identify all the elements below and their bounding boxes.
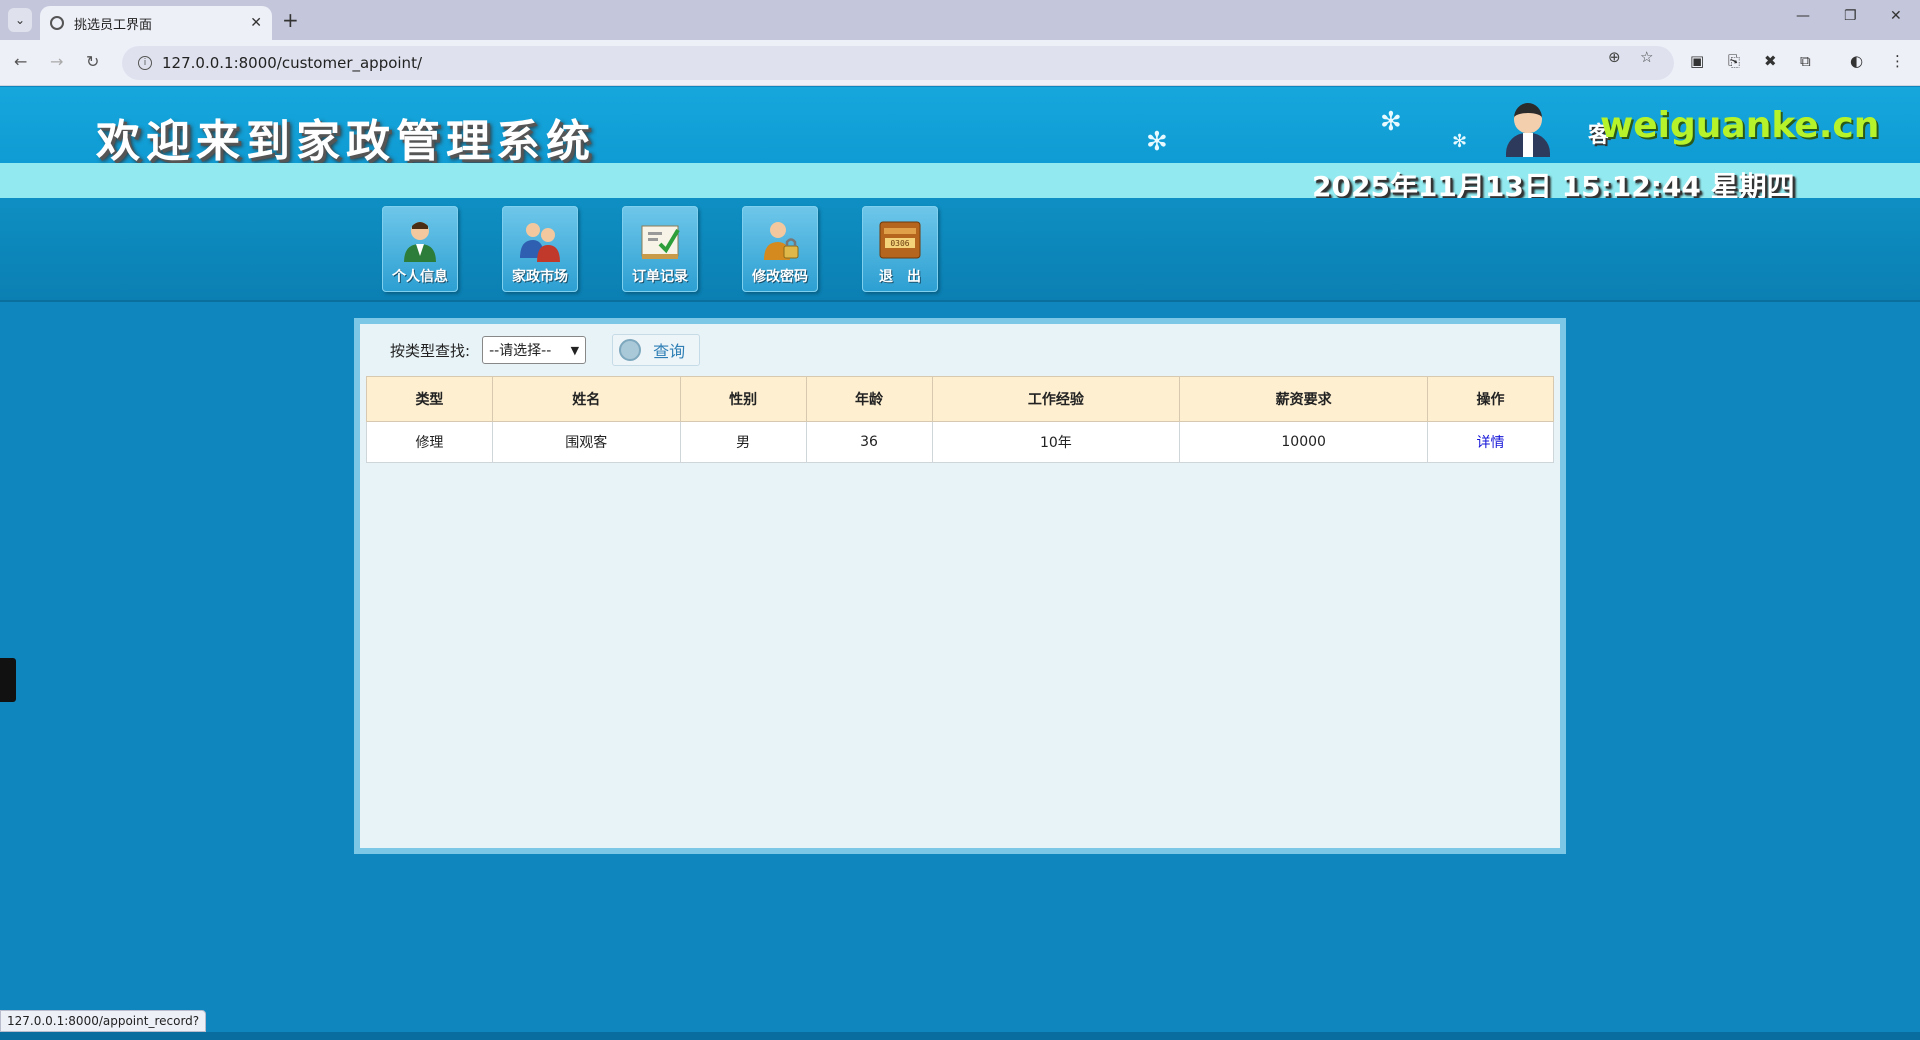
minimize-icon[interactable]: — [1796, 8, 1810, 24]
cell-gender: 男 [679, 421, 807, 463]
browser-tabstrip: ⌄ 挑选员工界面 ✕ + — ❐ ✕ [0, 0, 1920, 40]
menu-housekeeping-market[interactable]: 家政市场 [502, 206, 578, 292]
col-salary: 薪资要求 [1179, 376, 1429, 422]
browser-toolbar: ← → ↻ i 127.0.0.1:8000/customer_appoint/… [0, 40, 1920, 86]
group-icon [518, 218, 562, 262]
chevron-down-icon: ▼ [570, 343, 580, 357]
col-gender: 性别 [679, 376, 807, 422]
address-bar[interactable]: i 127.0.0.1:8000/customer_appoint/ [122, 46, 1674, 80]
menu-personal-info[interactable]: 个人信息 [382, 206, 458, 292]
document-icon [638, 218, 682, 262]
user-avatar [1506, 103, 1550, 157]
url-text: 127.0.0.1:8000/customer_appoint/ [162, 54, 423, 72]
table-header-row: 类型 姓名 性别 年龄 工作经验 薪资要求 操作 [366, 376, 1554, 422]
query-button[interactable]: 查询 [612, 334, 701, 366]
bookmark-icon[interactable]: ⎘ [1728, 52, 1740, 70]
site-title: 欢迎来到家政管理系统 [96, 116, 596, 167]
type-select-value: --请选择-- [489, 343, 552, 359]
tab-search-icon[interactable]: ⌄ [8, 8, 32, 32]
puzzle-icon[interactable]: ⧉ [1800, 52, 1811, 70]
tab-title: 挑选员工界面 [74, 17, 153, 33]
menu-order-records[interactable]: 订单记录 [622, 206, 698, 292]
col-type: 类型 [366, 376, 493, 422]
person-icon [398, 218, 442, 262]
search-row: 按类型查找: --请选择-- ▼ 查询 [390, 334, 701, 366]
menu-change-password[interactable]: 修改密码 [742, 206, 818, 292]
page-bottom-edge [0, 1032, 1920, 1040]
browser-tab[interactable]: 挑选员工界面 ✕ [40, 6, 272, 40]
browser-status-bar: 127.0.0.1:8000/appoint_record? [0, 1010, 207, 1032]
cell-experience: 10年 [931, 421, 1181, 463]
lock-user-icon [758, 218, 802, 262]
dandelion-icon: ✻ [1380, 107, 1402, 137]
exit-icon: 0306 [878, 218, 922, 262]
restore-icon[interactable]: ❐ [1844, 8, 1857, 24]
col-name: 姓名 [491, 376, 681, 422]
cell-salary: 10000 [1179, 421, 1429, 463]
back-icon[interactable]: ← [14, 52, 27, 71]
extension-icon[interactable]: ▣ [1690, 52, 1704, 70]
extension-x-icon[interactable]: ✖ [1764, 52, 1777, 70]
col-action: 操作 [1427, 376, 1554, 422]
menu-logout[interactable]: 0306 退 出 [862, 206, 938, 292]
worker-table: 类型 姓名 性别 年龄 工作经验 薪资要求 操作 修理 围观客 男 36 10年… [366, 376, 1554, 463]
query-button-label: 查询 [653, 342, 686, 361]
dandelion-icon: ✻ [1452, 131, 1468, 152]
main-menu: 个人信息 家政市场 订单记录 修改密码 0306 退 出 [0, 198, 1920, 302]
zoom-icon[interactable]: ⊕ [1608, 48, 1621, 66]
cell-age: 36 [805, 421, 933, 463]
search-icon [619, 339, 642, 361]
close-tab-icon[interactable]: ✕ [250, 15, 262, 31]
site-header: 欢迎来到家政管理系统 ✻ ✻ ✻ 客 weiguanke.cn [0, 87, 1920, 167]
side-handle[interactable] [0, 658, 16, 702]
close-window-icon[interactable]: ✕ [1890, 8, 1902, 24]
new-tab-icon[interactable]: + [282, 8, 299, 32]
table-row: 修理 围观客 男 36 10年 10000 详情 [366, 421, 1554, 463]
type-select[interactable]: --请选择-- ▼ [482, 336, 587, 364]
watermark-logo: weiguanke.cn [1600, 105, 1880, 146]
profile-avatar-icon[interactable]: ◐ [1850, 52, 1863, 70]
menu-dots-icon[interactable]: ⋮ [1890, 52, 1905, 70]
search-label: 按类型查找: [390, 341, 471, 360]
dandelion-icon: ✻ [1146, 127, 1168, 157]
content-panel: 按类型查找: --请选择-- ▼ 查询 类型 姓名 性别 年龄 工作经验 薪资要… [354, 318, 1566, 854]
reload-icon[interactable]: ↻ [86, 52, 99, 71]
globe-icon [50, 16, 64, 30]
svg-text:0306: 0306 [890, 239, 909, 248]
site-info-icon[interactable]: i [138, 56, 152, 70]
forward-icon[interactable]: → [50, 52, 63, 71]
col-age: 年龄 [805, 376, 933, 422]
cell-name: 围观客 [491, 421, 681, 463]
date-bar: 2025年11月13日 15:12:44 星期四 [0, 163, 1920, 203]
col-experience: 工作经验 [931, 376, 1181, 422]
cell-type: 修理 [366, 421, 493, 463]
details-link[interactable]: 详情 [1427, 421, 1554, 463]
bookmark-star-icon[interactable]: ☆ [1640, 48, 1653, 66]
